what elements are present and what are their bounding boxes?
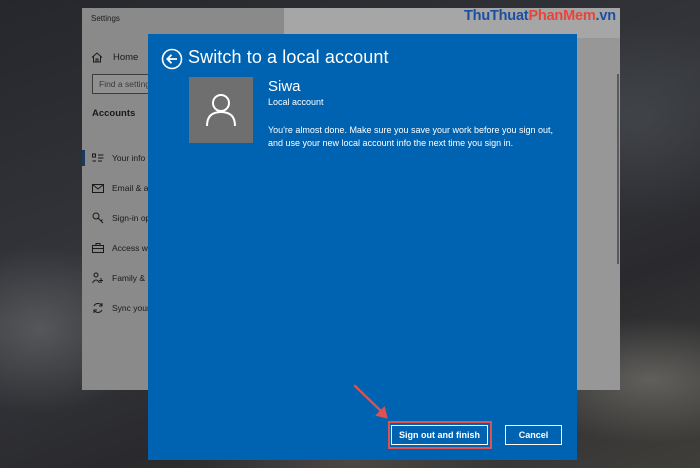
section-heading: Accounts (92, 108, 136, 119)
window-title: Settings (91, 14, 120, 23)
cancel-button[interactable]: Cancel (505, 425, 562, 445)
sidebar-item-label: Email & a (112, 183, 149, 193)
mail-icon (84, 183, 112, 193)
selection-indicator (82, 150, 85, 166)
sidebar-item-label: Sync your (112, 303, 150, 313)
account-type: Local account (268, 97, 324, 107)
person-card-icon (84, 153, 112, 163)
back-arrow-icon (161, 48, 183, 70)
settings-scrollbar[interactable] (617, 74, 619, 264)
sidebar-item-label: Family & (112, 273, 146, 283)
nav-home-label: Home (113, 51, 139, 63)
watermark-part1: ThuThuat (464, 8, 529, 24)
nav-home[interactable]: Home (91, 48, 138, 66)
sidebar-item-label: Your info (112, 153, 146, 163)
sync-icon (84, 302, 112, 314)
sidebar-item-label: Sign-in op (112, 213, 151, 223)
dialog-message: You're almost done. Make sure you save y… (268, 125, 554, 148)
watermark-part2: PhanMem (528, 8, 596, 24)
avatar (189, 77, 253, 143)
watermark-part3: .vn (595, 8, 617, 24)
sidebar-item-label: Access w (112, 243, 148, 253)
user-name: Siwa (268, 78, 301, 95)
briefcase-icon (84, 243, 112, 253)
home-icon (91, 51, 103, 62)
watermark-logo: ThuThuatPhanMem.vn (464, 8, 616, 24)
dialog-title: Switch to a local account (188, 47, 389, 67)
pointer-arrow-icon (353, 384, 388, 419)
key-icon (84, 212, 112, 224)
user-icon (206, 94, 236, 127)
family-icon (84, 272, 112, 284)
back-button[interactable] (161, 48, 183, 70)
sign-out-and-finish-button[interactable]: Sign out and finish (391, 425, 488, 445)
